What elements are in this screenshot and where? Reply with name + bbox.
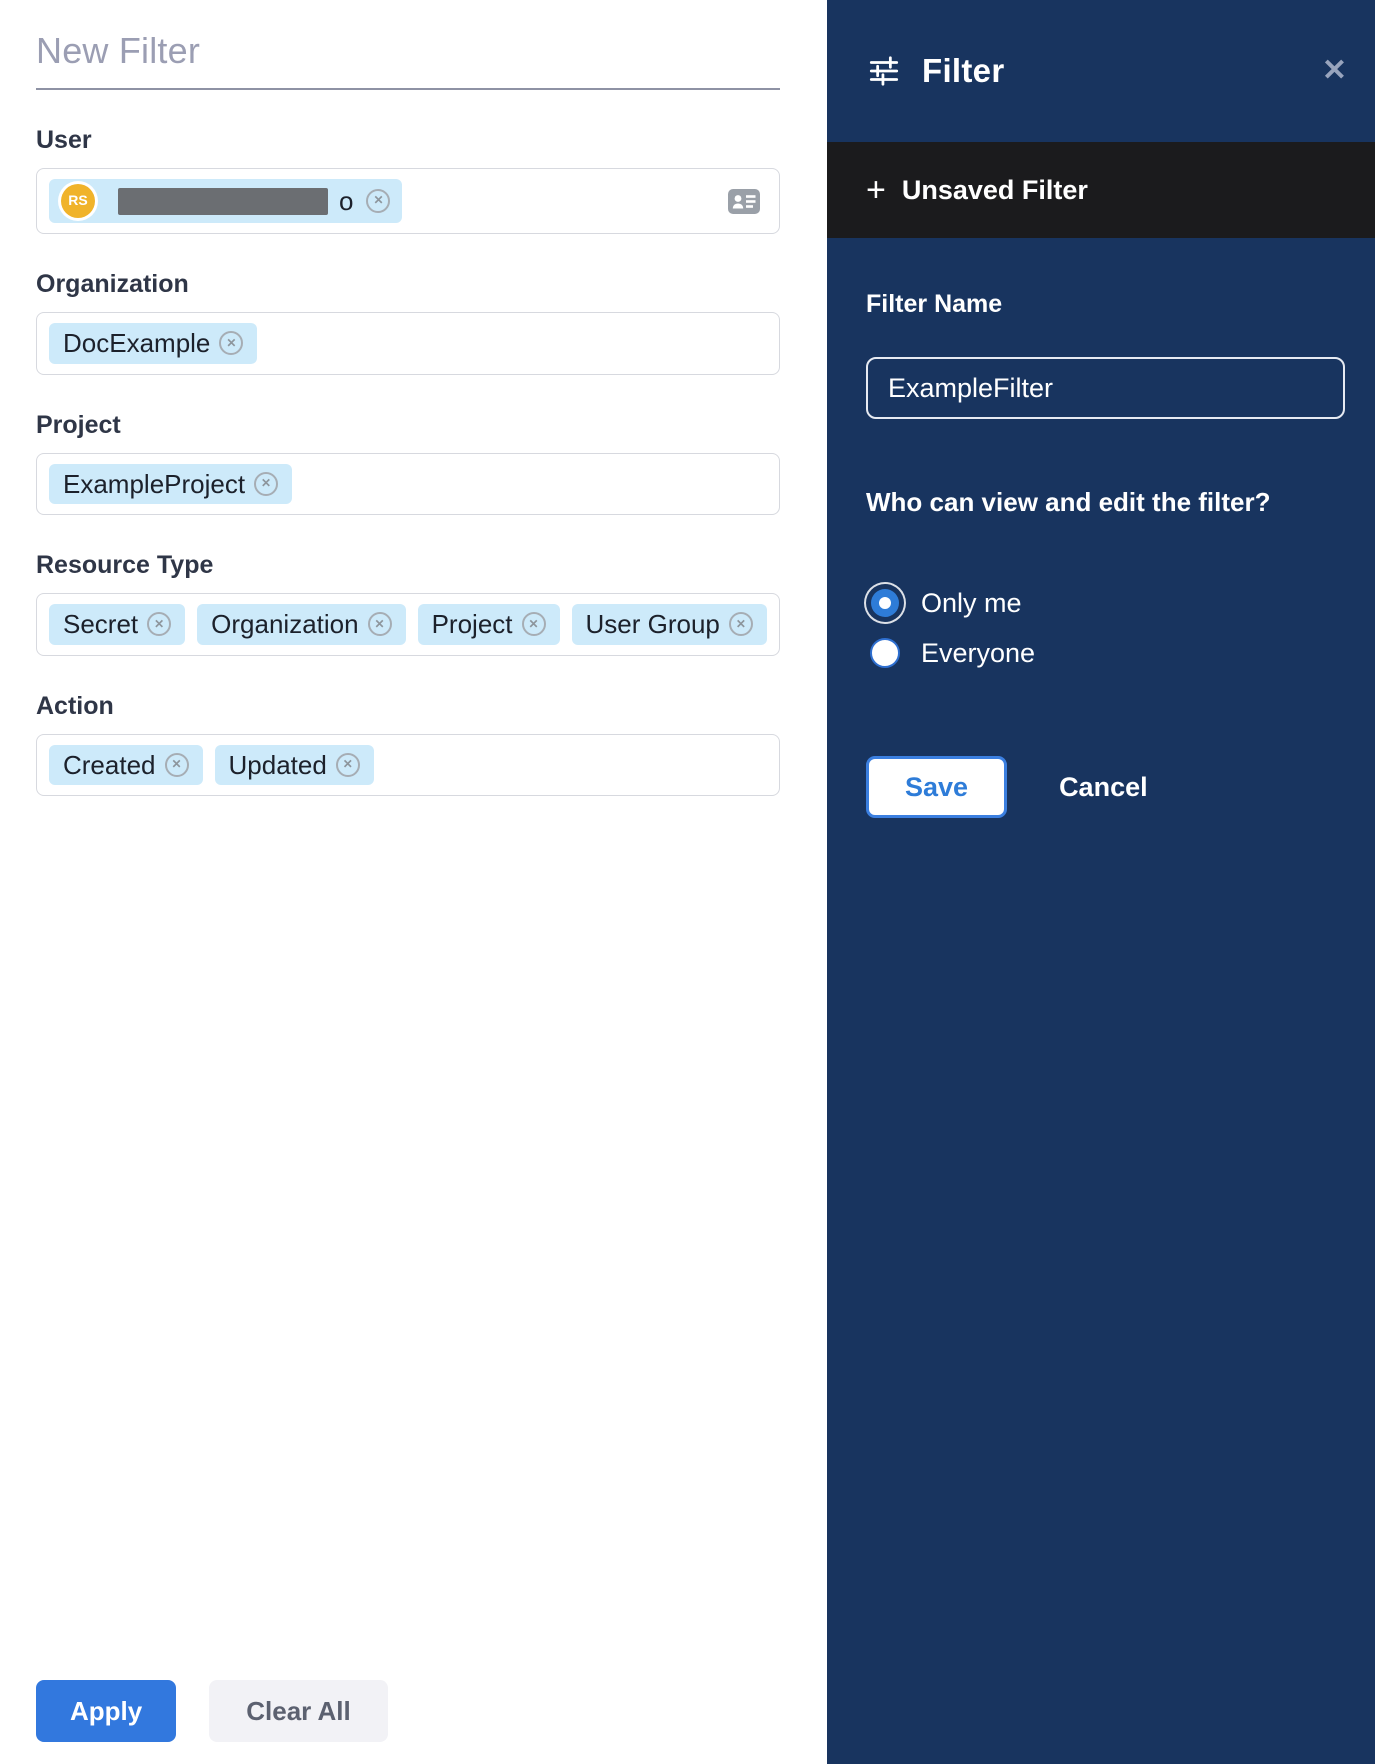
chip-label: Secret: [63, 610, 138, 639]
filter-chip: Updated ✕: [215, 745, 374, 786]
radio-only-me[interactable]: Only me: [866, 584, 1345, 622]
redacted-user-name: [118, 188, 328, 215]
project-field-label: Project: [36, 411, 780, 440]
chip-label: Project: [432, 610, 513, 639]
sidebar-content: Filter Name Who can view and edit the fi…: [827, 238, 1375, 818]
filter-editor-panel: New Filter User RS o ✕: [0, 0, 827, 1764]
filter-chip: Project ✕: [418, 604, 560, 645]
chip-remove-icon[interactable]: ✕: [219, 331, 243, 355]
radio-everyone[interactable]: Everyone: [866, 634, 1345, 672]
radio-only-me-label: Only me: [921, 588, 1022, 619]
user-name-visible-suffix: o: [339, 187, 353, 216]
spacer: [36, 796, 780, 1680]
chip-label: Created: [63, 751, 156, 780]
unsaved-filter-label: Unsaved Filter: [902, 175, 1088, 206]
radio-everyone-label: Everyone: [921, 638, 1035, 669]
chip-remove-icon[interactable]: ✕: [368, 612, 392, 636]
filter-chip: Secret ✕: [49, 604, 185, 645]
contact-card-icon[interactable]: [727, 188, 761, 215]
chip-remove-icon[interactable]: ✕: [254, 472, 278, 496]
chip-label: Organization: [211, 610, 358, 639]
filter-chip: DocExample ✕: [49, 323, 257, 364]
filter-chip: Organization ✕: [197, 604, 405, 645]
filter-chip: User Group ✕: [572, 604, 767, 645]
filter-name-label: Filter Name: [866, 290, 1345, 319]
visibility-question: Who can view and edit the filter?: [866, 487, 1345, 518]
action-input[interactable]: Created ✕ Updated ✕: [36, 734, 780, 797]
user-chip: RS o ✕: [49, 179, 402, 223]
plus-icon: +: [866, 173, 886, 207]
radio-circle[interactable]: [866, 584, 904, 622]
chip-label: DocExample: [63, 329, 210, 358]
filter-title-input[interactable]: New Filter: [36, 30, 780, 72]
title-divider: [36, 88, 780, 90]
field-project: Project ExampleProject ✕: [36, 411, 780, 516]
organization-input[interactable]: DocExample ✕: [36, 312, 780, 375]
close-icon[interactable]: ✕: [1322, 56, 1347, 86]
visibility-radio-group: Only me Everyone: [866, 584, 1345, 672]
user-avatar: RS: [61, 184, 95, 218]
action-field-label: Action: [36, 692, 780, 721]
project-input[interactable]: ExampleProject ✕: [36, 453, 780, 516]
chip-remove-icon[interactable]: ✕: [336, 753, 360, 777]
chip-remove-icon[interactable]: ✕: [147, 612, 171, 636]
organization-field-label: Organization: [36, 270, 780, 299]
user-field-label: User: [36, 126, 780, 155]
left-actions-row: Apply Clear All: [36, 1680, 780, 1742]
chip-remove-icon[interactable]: ✕: [366, 189, 390, 213]
chip-remove-icon[interactable]: ✕: [165, 753, 189, 777]
chip-label: Updated: [229, 751, 327, 780]
filter-chip: Created ✕: [49, 745, 203, 786]
radio-circle[interactable]: [866, 634, 904, 672]
sliders-icon: [866, 53, 902, 89]
clear-all-button[interactable]: Clear All: [209, 1680, 388, 1742]
save-button[interactable]: Save: [866, 756, 1007, 818]
unsaved-filter-tab[interactable]: + Unsaved Filter: [827, 142, 1375, 238]
sidebar-title: Filter: [922, 52, 1004, 90]
field-organization: Organization DocExample ✕: [36, 270, 780, 375]
resource-type-input[interactable]: Secret ✕ Organization ✕ Project ✕ User Group ✕: [36, 593, 780, 656]
sidebar-actions-row: Save Cancel: [866, 756, 1345, 818]
resource-type-field-label: Resource Type: [36, 551, 780, 580]
chip-remove-icon[interactable]: ✕: [522, 612, 546, 636]
filter-name-input[interactable]: [866, 357, 1345, 419]
cancel-button[interactable]: Cancel: [1059, 772, 1148, 803]
chip-label: ExampleProject: [63, 470, 245, 499]
user-input[interactable]: RS o ✕: [36, 168, 780, 234]
filter-sidebar: Filter ✕ + Unsaved Filter Filter Name Wh…: [827, 0, 1375, 1764]
apply-button[interactable]: Apply: [36, 1680, 176, 1742]
field-action: Action Created ✕ Updated ✕: [36, 692, 780, 797]
chip-remove-icon[interactable]: ✕: [729, 612, 753, 636]
field-resource-type: Resource Type Secret✕Organization✕Projec…: [36, 551, 780, 656]
sidebar-header: Filter ✕: [827, 0, 1375, 142]
field-user: User RS o ✕: [36, 126, 780, 234]
filter-chip: ExampleProject ✕: [49, 464, 292, 505]
chip-label: User Group: [586, 610, 720, 639]
